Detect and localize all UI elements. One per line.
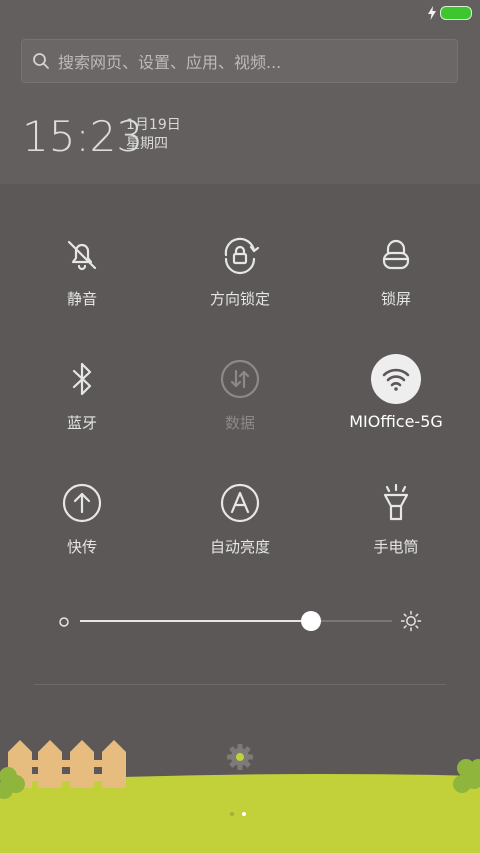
toggle-auto-brightness-label: 自动亮度	[209, 538, 270, 556]
weekday-text: 星期四	[126, 136, 168, 152]
rotation-lock-icon	[224, 237, 260, 275]
date-text: 1月19日	[126, 117, 181, 133]
toggle-quick-share[interactable]: 快传	[12, 478, 152, 578]
gear-icon[interactable]	[225, 742, 255, 772]
status-bar	[428, 5, 472, 21]
toggle-rotation-lock[interactable]: 方向锁定	[170, 230, 310, 330]
toggle-mobile-data[interactable]: 数据	[170, 354, 310, 454]
brightness-low-icon	[59, 617, 69, 627]
toggle-wifi-label: MIOffice-5G	[349, 412, 443, 431]
toggle-bluetooth[interactable]: 蓝牙	[12, 354, 152, 454]
page-dot-2	[242, 812, 246, 816]
divider	[34, 684, 446, 685]
brightness-thumb[interactable]	[300, 611, 321, 631]
toggle-mute[interactable]: 静音	[12, 230, 152, 330]
toggle-auto-brightness[interactable]: 自动亮度	[170, 478, 310, 578]
toggle-quick-share-label: 快传	[66, 538, 97, 556]
brightness-fill	[80, 620, 311, 622]
toggle-mute-label: 静音	[66, 290, 97, 308]
toggle-rotation-lock-label: 方向锁定	[209, 290, 270, 308]
battery-icon	[440, 6, 472, 20]
lock-icon	[382, 239, 410, 270]
bell-mute-icon	[67, 240, 97, 271]
toggle-lock-screen-label: 锁屏	[380, 290, 411, 308]
brightness-slider[interactable]	[58, 606, 428, 636]
bluetooth-icon	[72, 362, 92, 396]
brightness-high-icon	[400, 610, 422, 632]
search-bar[interactable]: 搜索网页、设置、应用、视频...	[21, 39, 458, 83]
toggle-bluetooth-label: 蓝牙	[66, 414, 97, 432]
clock-date[interactable]: 1月19日 星期四	[126, 116, 181, 154]
toggle-mobile-data-label: 数据	[224, 414, 255, 432]
wallpaper-scene	[0, 740, 480, 853]
share-upload-icon	[62, 483, 102, 523]
toggle-wifi[interactable]: MIOffice-5G	[326, 354, 466, 454]
mobile-data-icon	[220, 359, 260, 399]
charging-icon	[428, 6, 436, 20]
flashlight-icon	[383, 483, 409, 521]
fence	[8, 740, 126, 788]
search-icon	[33, 53, 49, 69]
clock-time[interactable]: 15:23	[22, 112, 143, 161]
page-dot-1	[230, 812, 234, 816]
toggle-flashlight-label: 手电筒	[373, 538, 419, 556]
wifi-icon	[382, 368, 410, 391]
auto-brightness-icon	[220, 483, 260, 523]
toggle-lock-screen[interactable]: 锁屏	[326, 230, 466, 330]
toggle-flashlight[interactable]: 手电筒	[326, 478, 466, 578]
search-placeholder: 搜索网页、设置、应用、视频...	[58, 53, 282, 72]
page-indicator	[230, 812, 246, 816]
